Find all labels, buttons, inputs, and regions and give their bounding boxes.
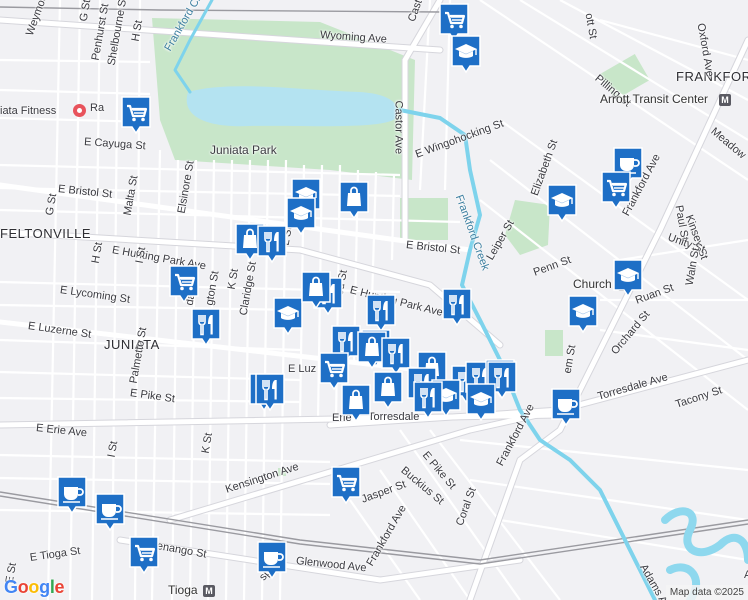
restaurant-pin[interactable] xyxy=(256,224,288,264)
cafe-pin[interactable] xyxy=(56,475,88,515)
park-patch-small xyxy=(545,330,563,356)
label-church: Church xyxy=(573,277,612,291)
label-juniata: JUNIATA xyxy=(104,337,160,352)
shopping-pin[interactable] xyxy=(300,270,332,310)
grocery-store-pin[interactable] xyxy=(120,95,152,135)
fitness-place-icon[interactable] xyxy=(73,104,86,117)
grocery-store-pin[interactable] xyxy=(168,264,200,304)
label-castor-ave: Castor Ave xyxy=(392,100,405,155)
school-pin[interactable] xyxy=(546,183,578,223)
label-tioga: Tioga xyxy=(168,583,198,597)
school-pin[interactable] xyxy=(567,294,599,334)
label-arr: Arr xyxy=(744,569,748,581)
google-logo[interactable]: Google xyxy=(4,577,65,598)
google-logo-letter: g xyxy=(39,577,50,597)
school-pin[interactable] xyxy=(612,258,644,298)
restaurant-pin[interactable] xyxy=(254,372,286,412)
grocery-store-pin[interactable] xyxy=(330,465,362,505)
label-arrott-transit: Arrott Transit Center xyxy=(600,92,709,106)
shopping-pin[interactable] xyxy=(340,383,372,423)
cafe-pin[interactable] xyxy=(94,492,126,532)
school-pin[interactable] xyxy=(465,382,497,422)
label-ra: Ra xyxy=(90,102,105,114)
label-juniata-fitness: iata Fitness xyxy=(0,105,57,117)
google-logo-letter: e xyxy=(54,577,65,597)
road-frankford-ave-casing xyxy=(466,36,748,600)
google-logo-letter: o xyxy=(17,577,29,597)
cafe-pin[interactable] xyxy=(550,387,582,427)
restaurant-pin[interactable] xyxy=(365,293,397,333)
rail-line-north xyxy=(0,6,441,13)
label-e-luz: E Luz xyxy=(288,363,317,375)
metro-station-icon[interactable]: M xyxy=(719,94,731,106)
grocery-store-pin[interactable] xyxy=(128,535,160,575)
google-logo-letter: o xyxy=(28,577,40,597)
map-attribution[interactable]: Map data ©2025 xyxy=(665,585,748,600)
label-juniata-park: Juniata Park xyxy=(210,143,277,157)
map-canvas[interactable]: FRANKFORDFELTONVILLEJUNIATAJuniata ParkF… xyxy=(0,0,748,600)
school-pin[interactable] xyxy=(285,196,317,236)
shopping-pin[interactable] xyxy=(338,180,370,220)
shopping-pin[interactable] xyxy=(372,370,404,410)
restaurant-pin[interactable] xyxy=(190,307,222,347)
restaurant-pin[interactable] xyxy=(412,380,444,420)
school-pin[interactable] xyxy=(450,34,482,74)
grocery-store-pin[interactable] xyxy=(600,170,632,210)
google-logo-letter: G xyxy=(4,577,18,597)
metro-station-icon[interactable]: M xyxy=(203,585,215,597)
restaurant-pin[interactable] xyxy=(441,287,473,327)
cafe-pin[interactable] xyxy=(256,540,288,580)
label-feltonville: FELTONVILLE xyxy=(0,226,91,241)
